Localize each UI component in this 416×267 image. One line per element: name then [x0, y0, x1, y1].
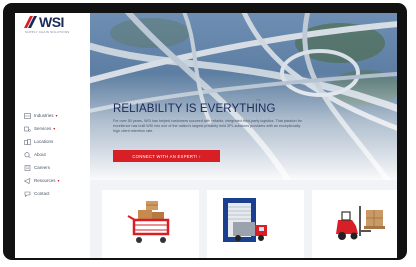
sidebar-item-label: Locations [34, 139, 54, 144]
logo-tagline: SUPPLY CHAIN SOLUTIONS [25, 30, 70, 34]
card-warehousing[interactable] [312, 190, 397, 258]
hero-banner: RELIABILITY IS EVERYTHING TM For over 50… [90, 13, 397, 180]
logo-wordmark: WSI [39, 14, 64, 30]
sidebar-item-resources[interactable]: Resources ▾ [24, 174, 86, 187]
forklift-pallet-icon [336, 206, 385, 240]
sidebar-item-contact[interactable]: Contact [24, 187, 86, 200]
sidebar: WSI SUPPLY CHAIN SOLUTIONS Industries ▾ … [15, 13, 91, 258]
sidebar-item-careers[interactable]: Careers [24, 161, 86, 174]
hero-title: RELIABILITY IS EVERYTHING [113, 103, 276, 115]
industries-icon [24, 112, 31, 119]
sidebar-item-locations[interactable]: Locations [24, 135, 86, 148]
connect-expert-button[interactable]: CONNECT WITH AN EXPERT! › [113, 150, 220, 162]
sidebar-item-about[interactable]: About [24, 148, 86, 161]
contact-icon [24, 191, 31, 197]
chevron-down-icon: ▾ [57, 178, 60, 183]
wsi-logo[interactable]: WSI SUPPLY CHAIN SOLUTIONS [24, 14, 84, 35]
locations-icon [24, 138, 31, 145]
chevron-down-icon: ▾ [53, 126, 56, 131]
resources-icon [24, 177, 31, 184]
sidebar-item-label: Industries [34, 113, 54, 118]
sidebar-item-label: Contact [34, 191, 50, 196]
about-icon [24, 151, 31, 158]
logo-mark-icon [24, 16, 37, 28]
trademark-mark: TM [256, 98, 261, 102]
loading-dock-truck-icon [223, 198, 267, 242]
card-transportation[interactable] [207, 190, 304, 258]
sidebar-nav: Industries ▾ Services ▾ Locations About … [24, 109, 86, 200]
browser-screen: WSI SUPPLY CHAIN SOLUTIONS Industries ▾ … [15, 13, 397, 258]
sidebar-item-label: Resources [34, 178, 56, 183]
services-icon [24, 126, 31, 132]
sidebar-item-services[interactable]: Services ▾ [24, 122, 86, 135]
hero-description: For over 50 years, WSI has helped custom… [113, 119, 302, 133]
service-cards [90, 180, 397, 258]
sidebar-item-label: Careers [34, 165, 51, 170]
shopping-cart-boxes-icon [127, 201, 170, 243]
chevron-down-icon: ▾ [55, 113, 58, 118]
sidebar-item-label: Services [34, 126, 52, 131]
card-retail[interactable] [102, 190, 199, 258]
device-frame: WSI SUPPLY CHAIN SOLUTIONS Industries ▾ … [3, 3, 407, 260]
careers-icon [24, 164, 31, 171]
sidebar-item-industries[interactable]: Industries ▾ [24, 109, 86, 122]
sidebar-item-label: About [34, 152, 46, 157]
